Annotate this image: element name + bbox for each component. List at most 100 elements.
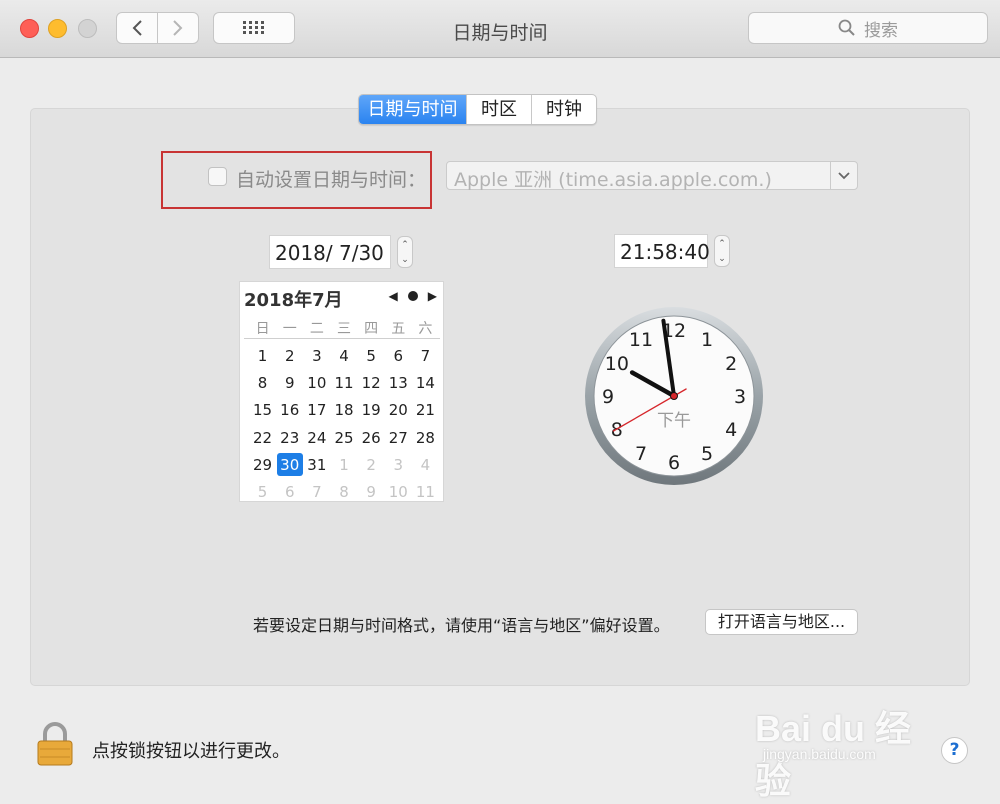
clock-number: 2 — [725, 353, 737, 375]
calendar-day[interactable]: 24 — [303, 424, 330, 451]
next-month-icon[interactable]: ▶ — [428, 289, 437, 303]
lock-icon[interactable] — [37, 722, 73, 766]
calendar-day-label: 10 — [307, 373, 327, 392]
calendar-day[interactable]: 1 — [330, 451, 357, 478]
calendar-day-label: 2 — [284, 346, 295, 365]
calendar-day-label: 5 — [366, 346, 376, 365]
calendar-day[interactable]: 28 — [412, 424, 439, 451]
weekday-label: 四 — [364, 321, 379, 337]
calendar-day-label: 11 — [415, 483, 435, 502]
calendar-day-label: 24 — [307, 428, 327, 447]
title-bar: 日期与时间 搜索 — [0, 0, 1000, 58]
time-field[interactable]: 21:58:40 — [614, 234, 710, 268]
today-dot-icon[interactable] — [407, 291, 418, 301]
calendar-day-label: 11 — [334, 373, 354, 392]
calendar-day[interactable]: 3 — [385, 451, 412, 478]
clock-number: 10 — [605, 353, 629, 375]
calendar-day[interactable]: 4 — [330, 342, 357, 369]
clock-ampm: 下午 — [657, 411, 691, 431]
calendar-day[interactable]: 17 — [303, 397, 330, 424]
calendar-day-label: 4 — [420, 455, 431, 474]
chevron-down-icon[interactable] — [830, 162, 857, 189]
calendar-day[interactable]: 7 — [303, 478, 330, 505]
clock-number: 4 — [725, 419, 737, 441]
calendar-day[interactable]: 27 — [385, 424, 412, 451]
stepper-up-icon[interactable]: ⌃ — [401, 240, 409, 250]
calendar-day[interactable]: 12 — [358, 369, 385, 396]
calendar-day[interactable]: 7 — [412, 342, 439, 369]
calendar-day[interactable]: 11 — [412, 478, 439, 505]
calendar-day[interactable]: 18 — [330, 397, 357, 424]
calendar-day[interactable]: 10 — [303, 369, 330, 396]
calendar-day[interactable]: 2 — [358, 451, 385, 478]
calendar-day[interactable]: 8 — [330, 478, 357, 505]
prev-month-icon[interactable]: ◀ — [389, 289, 398, 303]
calendar-day[interactable]: 25 — [330, 424, 357, 451]
calendar-day[interactable]: 29 — [249, 451, 276, 478]
tab-date-time[interactable]: 日期与时间 — [359, 95, 467, 124]
calendar-day[interactable]: 11 — [330, 369, 357, 396]
time-server-select[interactable]: Apple 亚洲 (time.asia.apple.com.) — [446, 161, 858, 191]
clock-number: 8 — [611, 419, 623, 441]
open-language-region-button[interactable]: 打开语言与地区... — [705, 609, 858, 635]
calendar-day[interactable]: 22 — [249, 424, 276, 451]
calendar-day-label: 14 — [415, 373, 435, 392]
calendar-day[interactable]: 31 — [303, 451, 330, 478]
calendar-day[interactable]: 20 — [385, 397, 412, 424]
clock-number: 5 — [701, 443, 713, 465]
calendar-day[interactable]: 5 — [358, 342, 385, 369]
calendar-day[interactable]: 4 — [412, 451, 439, 478]
search-field[interactable]: 搜索 — [748, 12, 988, 44]
calendar-day[interactable]: 23 — [276, 424, 303, 451]
help-button[interactable]: ? — [941, 737, 968, 764]
calendar-day[interactable]: 19 — [358, 397, 385, 424]
calendar-day-label: 2 — [366, 455, 376, 474]
calendar-month-title: 2018年7月 — [244, 290, 343, 311]
calendar-day[interactable]: 15 — [249, 397, 276, 424]
calendar-day[interactable]: 14 — [412, 369, 439, 396]
calendar-day-label: 28 — [415, 428, 435, 447]
calendar-day[interactable]: 10 — [385, 478, 412, 505]
auto-set-checkbox[interactable] — [208, 167, 227, 186]
stepper-up-icon[interactable]: ⌃ — [718, 239, 726, 249]
calendar-day[interactable]: 6 — [385, 342, 412, 369]
watermark-url: jingyan.baidu.com — [763, 746, 876, 762]
calendar-day[interactable]: 21 — [412, 397, 439, 424]
calendar-day-label: 4 — [339, 346, 349, 365]
calendar-day[interactable]: 3 — [303, 342, 330, 369]
calendar-day[interactable]: 16 — [276, 397, 303, 424]
calendar-day[interactable]: 9 — [276, 369, 303, 396]
date-stepper[interactable]: ⌃ ⌄ — [397, 236, 413, 268]
lock-hint: 点按锁按钮以进行更改。 — [92, 741, 290, 762]
calendar-day[interactable]: 2 — [276, 342, 303, 369]
calendar-day[interactable]: 5 — [249, 478, 276, 505]
time-stepper[interactable]: ⌃ ⌄ — [714, 235, 730, 267]
clock-number: 11 — [629, 329, 653, 351]
calendar-day-label: 1 — [339, 455, 349, 474]
tab-clock[interactable]: 时钟 — [532, 95, 596, 124]
date-field[interactable]: 2018/ 7/30 — [269, 235, 391, 269]
weekday-label: 六 — [418, 321, 433, 337]
calendar-day[interactable]: 1 — [249, 342, 276, 369]
calendar-day[interactable]: 26 — [358, 424, 385, 451]
tab-time-zone[interactable]: 时区 — [467, 95, 532, 124]
calendar-days: 1 2 3 4 5 6 7 8 9 10 11 12 13 14 15 16 17 18 19 20 21 22 23 24 2… — [249, 342, 439, 506]
tab-bar: 日期与时间 时区 时钟 — [358, 94, 597, 125]
calendar-day-label: 12 — [361, 373, 381, 392]
stepper-down-icon[interactable]: ⌄ — [401, 255, 409, 265]
calendar-day[interactable]: 6 — [276, 478, 303, 505]
calendar-day-label: 23 — [280, 428, 300, 447]
stepper-down-icon[interactable]: ⌄ — [718, 254, 726, 264]
calendar-day[interactable]: 8 — [249, 369, 276, 396]
calendar-day[interactable]: 9 — [358, 478, 385, 505]
search-icon — [838, 19, 855, 36]
calendar-day-label: 10 — [388, 483, 408, 502]
calendar-day[interactable]: 13 — [385, 369, 412, 396]
clock-number: 3 — [734, 386, 746, 408]
clock-number: 6 — [668, 452, 680, 474]
time-server-value: Apple 亚洲 (time.asia.apple.com.) — [454, 169, 772, 191]
calendar-day-label: 26 — [361, 428, 381, 447]
calendar-day-label: 20 — [388, 401, 408, 420]
calendar-day-label: 17 — [307, 401, 327, 420]
calendar-day[interactable]: 30 — [276, 451, 303, 478]
